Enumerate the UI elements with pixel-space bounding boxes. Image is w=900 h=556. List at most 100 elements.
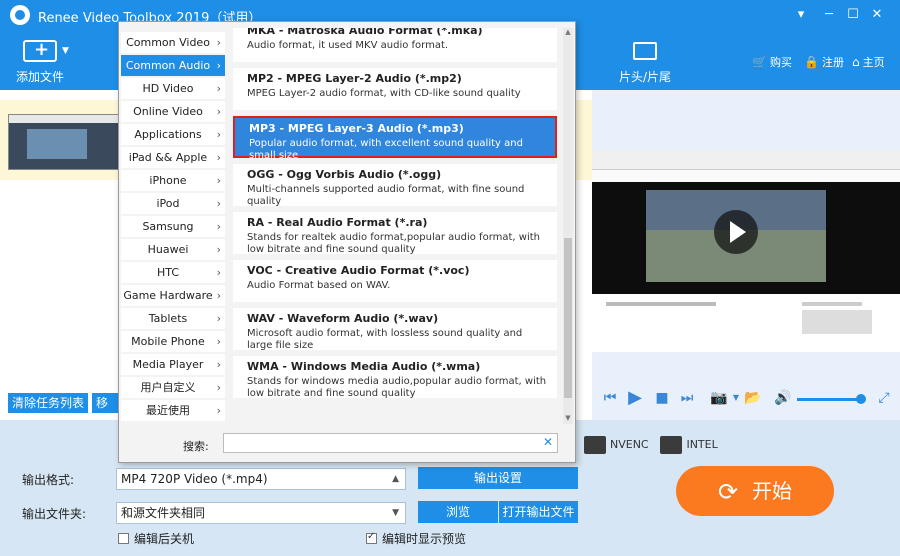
folder-icon[interactable]: 📂	[744, 390, 761, 406]
scrollbar-thumb[interactable]	[564, 238, 572, 398]
volume-slider-knob[interactable]	[856, 394, 866, 404]
head-tail-icon	[633, 42, 657, 60]
play-overlay-icon[interactable]	[714, 210, 758, 254]
fullscreen-icon[interactable]: ⤢	[876, 390, 892, 406]
caret-up-icon: ▲	[392, 474, 399, 484]
category-label: iPod	[156, 197, 180, 210]
category-item[interactable]: Samsung ›	[121, 216, 225, 237]
category-item[interactable]: Huawei ›	[121, 239, 225, 260]
output-folder-select[interactable]: 和源文件夹相同 ▼	[116, 502, 406, 524]
format-item[interactable]: WMA - Windows Media Audio (*.wma) Stands …	[233, 356, 557, 399]
checkbox-box[interactable]	[366, 531, 377, 544]
category-label: 最近使用	[146, 404, 190, 417]
format-item[interactable]: VOC - Creative Audio Format (*.voc) Audio…	[233, 260, 557, 302]
stop-icon[interactable]: ■	[654, 390, 670, 406]
refresh-icon: ⟳	[717, 478, 739, 506]
scroll-down-icon[interactable]: ▼	[563, 414, 573, 424]
format-name: MP2 - MPEG Layer-2 Audio (*.mp2)	[247, 72, 462, 85]
chevron-right-icon: ›	[216, 335, 221, 348]
nvenc-badge: NVENC	[584, 435, 649, 455]
category-item[interactable]: Applications ›	[121, 124, 225, 145]
category-item[interactable]: iPod ›	[121, 193, 225, 214]
search-input[interactable]: ✕	[223, 433, 558, 453]
task-thumbnail	[8, 114, 120, 170]
browse-button[interactable]: 浏览	[418, 501, 498, 523]
format-description: Audio format, it used MKV audio format.	[247, 40, 449, 51]
head-tail-button[interactable]: 片头/片尾	[615, 42, 675, 85]
chevron-down-icon[interactable]: ▼	[62, 46, 69, 56]
category-item[interactable]: Media Player ›	[121, 354, 225, 375]
minimize-button[interactable]: ─	[818, 4, 840, 26]
search-label: 搜索:	[183, 440, 209, 453]
format-dropdown: Common Video › Common Audio › HD Video › Onlin…	[118, 21, 576, 463]
chevron-right-icon: ›	[216, 289, 221, 302]
buy-link[interactable]: 🛒 购买	[752, 54, 792, 70]
format-description: Multi-channels supported audio format, w…	[247, 184, 525, 207]
format-item[interactable]: RA - Real Audio Format (*.ra) Stands for …	[233, 212, 557, 255]
format-item[interactable]: OGG - Ogg Vorbis Audio (*.ogg) Multi-chan…	[233, 164, 557, 207]
maximize-button[interactable]: ☐	[842, 4, 864, 26]
register-label: 注册	[821, 56, 844, 69]
category-item[interactable]: HTC ›	[121, 262, 225, 283]
checkbox-box[interactable]	[118, 533, 129, 544]
category-item[interactable]: Common Video ›	[121, 32, 225, 53]
output-format-select[interactable]: MP4 720P Video (*.mp4) ▲	[116, 468, 406, 490]
shutdown-checkbox[interactable]: 编辑后关机	[118, 530, 194, 547]
chevron-right-icon: ›	[216, 243, 221, 256]
add-file-button[interactable]: ▼ 添加文件	[10, 39, 70, 85]
format-item[interactable]: WAV - Waveform Audio (*.wav) Microsoft au…	[233, 308, 557, 351]
output-format-label: 输出格式:	[22, 473, 75, 487]
menu-dropdown-icon[interactable]: ▾	[790, 4, 812, 26]
volume-icon[interactable]: 🔊	[774, 390, 791, 406]
home-link[interactable]: ⌂ 主页	[852, 54, 885, 70]
clear-icon[interactable]: ✕	[543, 435, 553, 449]
buy-label: 购买	[769, 56, 792, 69]
output-settings-button[interactable]: 输出设置	[418, 467, 578, 489]
close-button[interactable]: ✕	[866, 4, 888, 26]
camera-icon[interactable]: 📷	[710, 390, 727, 406]
category-label: Common Video	[126, 36, 210, 49]
intel-label: INTEL	[686, 438, 718, 451]
app-logo-icon	[10, 5, 30, 25]
chevron-right-icon: ›	[216, 128, 221, 141]
chevron-right-icon: ›	[216, 404, 221, 417]
move-button[interactable]: 移	[92, 393, 118, 413]
previous-icon[interactable]: ⏮	[602, 390, 618, 406]
play-icon[interactable]: ▶	[627, 389, 643, 407]
format-description: Stands for realtek audio format,popular …	[247, 232, 540, 255]
format-item[interactable]: MKA - Matroska Audio Format (*.mka) Audio…	[233, 28, 557, 62]
category-item[interactable]: Common Audio ›	[121, 55, 225, 76]
category-item[interactable]: iPad && Apple TV›	[121, 147, 225, 185]
chevron-right-icon: ›	[216, 59, 221, 72]
preview-checkbox[interactable]: 编辑时显示预览	[366, 530, 466, 547]
category-item[interactable]: 用户自定义 ›	[121, 377, 225, 398]
category-item[interactable]: Game Hardware ›	[121, 285, 225, 306]
category-label: Tablets	[148, 312, 188, 325]
chevron-right-icon: ›	[216, 312, 221, 325]
cart-icon: 🛒	[752, 55, 767, 69]
category-item[interactable]: iPhone ›	[121, 170, 225, 191]
category-item[interactable]: Tablets ›	[121, 308, 225, 329]
open-output-folder-button[interactable]: 打开输出文件	[499, 501, 578, 523]
clear-tasks-button[interactable]: 清除任务列表	[8, 393, 89, 413]
scroll-up-icon[interactable]: ▲	[563, 28, 573, 38]
category-item[interactable]: 最近使用 ›	[121, 400, 225, 421]
format-name: WAV - Waveform Audio (*.wav)	[247, 312, 439, 325]
camera-dropdown-icon[interactable]: ▼	[728, 390, 744, 406]
start-button[interactable]: ⟳ 开始	[676, 466, 834, 516]
category-item[interactable]: HD Video ›	[121, 78, 225, 99]
category-item[interactable]: Online Video ›	[121, 101, 225, 122]
category-label: Game Hardware	[123, 289, 213, 302]
player-controls: ⏮ ▶ ■ ⏭ 📷 ▼ 📂 🔊 ⤢	[592, 385, 900, 415]
format-item[interactable]: MP2 - MPEG Layer-2 Audio (*.mp2) MPEG Lay…	[233, 68, 557, 110]
format-item[interactable]: MP3 - MPEG Layer-3 Audio (*.mp3) Popular …	[233, 116, 557, 161]
volume-slider[interactable]	[797, 398, 859, 401]
category-item[interactable]: Mobile Phone ›	[121, 331, 225, 352]
format-name: RA - Real Audio Format (*.ra)	[247, 216, 428, 229]
format-list: MKA - Matroska Audio Format (*.mka) Audio…	[233, 28, 557, 424]
register-link[interactable]: 🔒 注册	[804, 54, 844, 70]
format-scrollbar[interactable]: ▲ ▼	[563, 28, 573, 424]
format-description: Audio Format based on WAV.	[247, 280, 391, 291]
next-icon[interactable]: ⏭	[679, 390, 695, 406]
preview-label: 编辑时显示预览	[382, 532, 467, 546]
